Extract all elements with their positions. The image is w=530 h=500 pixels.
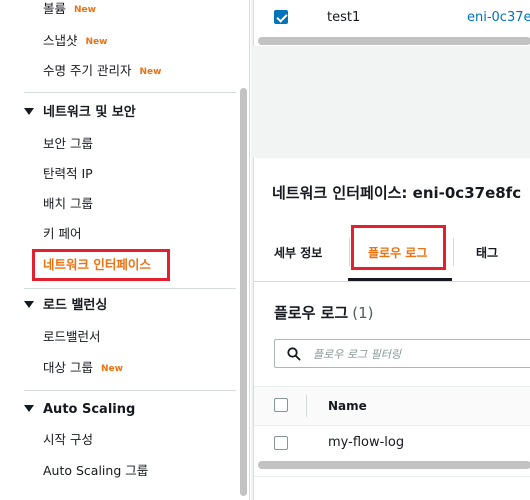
sidebar-item-label: 수명 주기 관리자 xyxy=(43,63,132,78)
caret-down-icon xyxy=(24,301,34,308)
filter-placeholder: 플로우 로그 필터링 xyxy=(313,348,401,361)
sidebar-item-label: 스냅샷 xyxy=(43,33,78,48)
table-bottom-border xyxy=(254,476,530,477)
new-badge: New xyxy=(74,5,96,15)
row-checkbox[interactable] xyxy=(274,10,288,24)
caret-down-icon xyxy=(24,405,34,412)
flow-logs-filter-input[interactable]: 플로우 로그 필터링 xyxy=(274,339,530,368)
table-header xyxy=(254,386,530,426)
interfaces-table-panel: test1 eni-0c37e8 xyxy=(253,0,530,46)
new-badge: New xyxy=(100,364,123,374)
sidebar-item-load-balancers[interactable]: 로드밸런서 xyxy=(43,328,101,346)
sidebar-item-snapshots[interactable]: 스냅샷 New xyxy=(43,32,107,50)
tab-separator xyxy=(453,238,454,266)
column-header-name[interactable]: Name xyxy=(328,399,367,413)
sidebar-item-label: 대상 그룹 xyxy=(43,360,93,375)
main-content: test1 eni-0c37e8 네트워크 인터페이스: eni-0c37e8f… xyxy=(251,0,530,500)
sidebar-nav: 볼륨 New 스냅샷 New 수명 주기 관리자 New 네트워크 및 보안 보안 그… xyxy=(0,0,250,500)
tab-details[interactable]: 세부 정보 xyxy=(274,244,322,261)
sidebar-section-load-balancing[interactable]: 로드 밸런싱 xyxy=(24,297,107,315)
flow-logs-title: 플로우 로그 xyxy=(274,304,349,322)
tab-tags[interactable]: 태그 xyxy=(476,244,498,261)
horizontal-scrollbar[interactable] xyxy=(258,461,530,469)
row-checkbox[interactable] xyxy=(274,436,288,450)
column-divider xyxy=(306,395,307,417)
caret-down-icon xyxy=(24,108,34,115)
sidebar-item-security-groups[interactable]: 보안 그룹 xyxy=(43,135,93,153)
sidebar-divider xyxy=(24,390,236,391)
section-title: 네트워크 및 보안 xyxy=(43,105,136,120)
flow-log-name-cell: my-flow-log xyxy=(328,435,405,450)
sidebar-scrollbar-thumb[interactable] xyxy=(240,88,247,496)
sidebar-item-placement-groups[interactable]: 배치 그룹 xyxy=(43,195,93,213)
horizontal-scrollbar[interactable] xyxy=(258,37,530,45)
sidebar-divider xyxy=(24,92,236,93)
select-all-checkbox[interactable] xyxy=(274,398,288,412)
sidebar-item-elastic-ip[interactable]: 탄력적 IP xyxy=(43,165,93,183)
sidebar-item-key-pairs[interactable]: 키 페어 xyxy=(43,225,81,243)
sidebar-section-network-security[interactable]: 네트워크 및 보안 xyxy=(24,104,136,122)
interface-detail-panel: 네트워크 인터페이스: eni-0c37e8fc 세부 정보 플로우 로그 태그… xyxy=(253,158,530,500)
sidebar-item-volumes[interactable]: 볼륨 New xyxy=(43,0,96,18)
flow-logs-heading: 플로우 로그 (1) xyxy=(274,302,373,323)
flow-logs-count: (1) xyxy=(352,304,374,322)
sidebar-item-label: 볼륨 xyxy=(43,1,67,16)
sidebar-section-auto-scaling[interactable]: Auto Scaling xyxy=(24,401,135,419)
sidebar-item-target-groups[interactable]: 대상 그룹 New xyxy=(43,359,123,377)
new-badge: New xyxy=(85,37,108,47)
tab-flow-logs[interactable]: 플로우 로그 xyxy=(368,244,427,261)
sidebar-item-launch-configurations[interactable]: 시작 구성 xyxy=(43,431,93,449)
tabs-divider xyxy=(254,281,530,282)
interface-name-cell: test1 xyxy=(327,10,361,25)
new-badge: New xyxy=(139,67,162,77)
interface-id-link[interactable]: eni-0c37e8 xyxy=(467,10,530,25)
sidebar-item-auto-scaling-groups[interactable]: Auto Scaling 그룹 xyxy=(43,462,148,480)
tab-separator xyxy=(349,238,350,266)
detail-title: 네트워크 인터페이스: eni-0c37e8fc xyxy=(272,184,522,202)
sidebar-item-network-interfaces[interactable]: 네트워크 인터페이스 xyxy=(43,256,151,274)
sidebar-item-lifecycle-manager[interactable]: 수명 주기 관리자 New xyxy=(43,62,161,80)
search-icon xyxy=(287,347,301,361)
section-title: Auto Scaling xyxy=(43,402,136,417)
section-title: 로드 밸런싱 xyxy=(43,298,108,313)
sidebar-divider xyxy=(24,288,236,289)
